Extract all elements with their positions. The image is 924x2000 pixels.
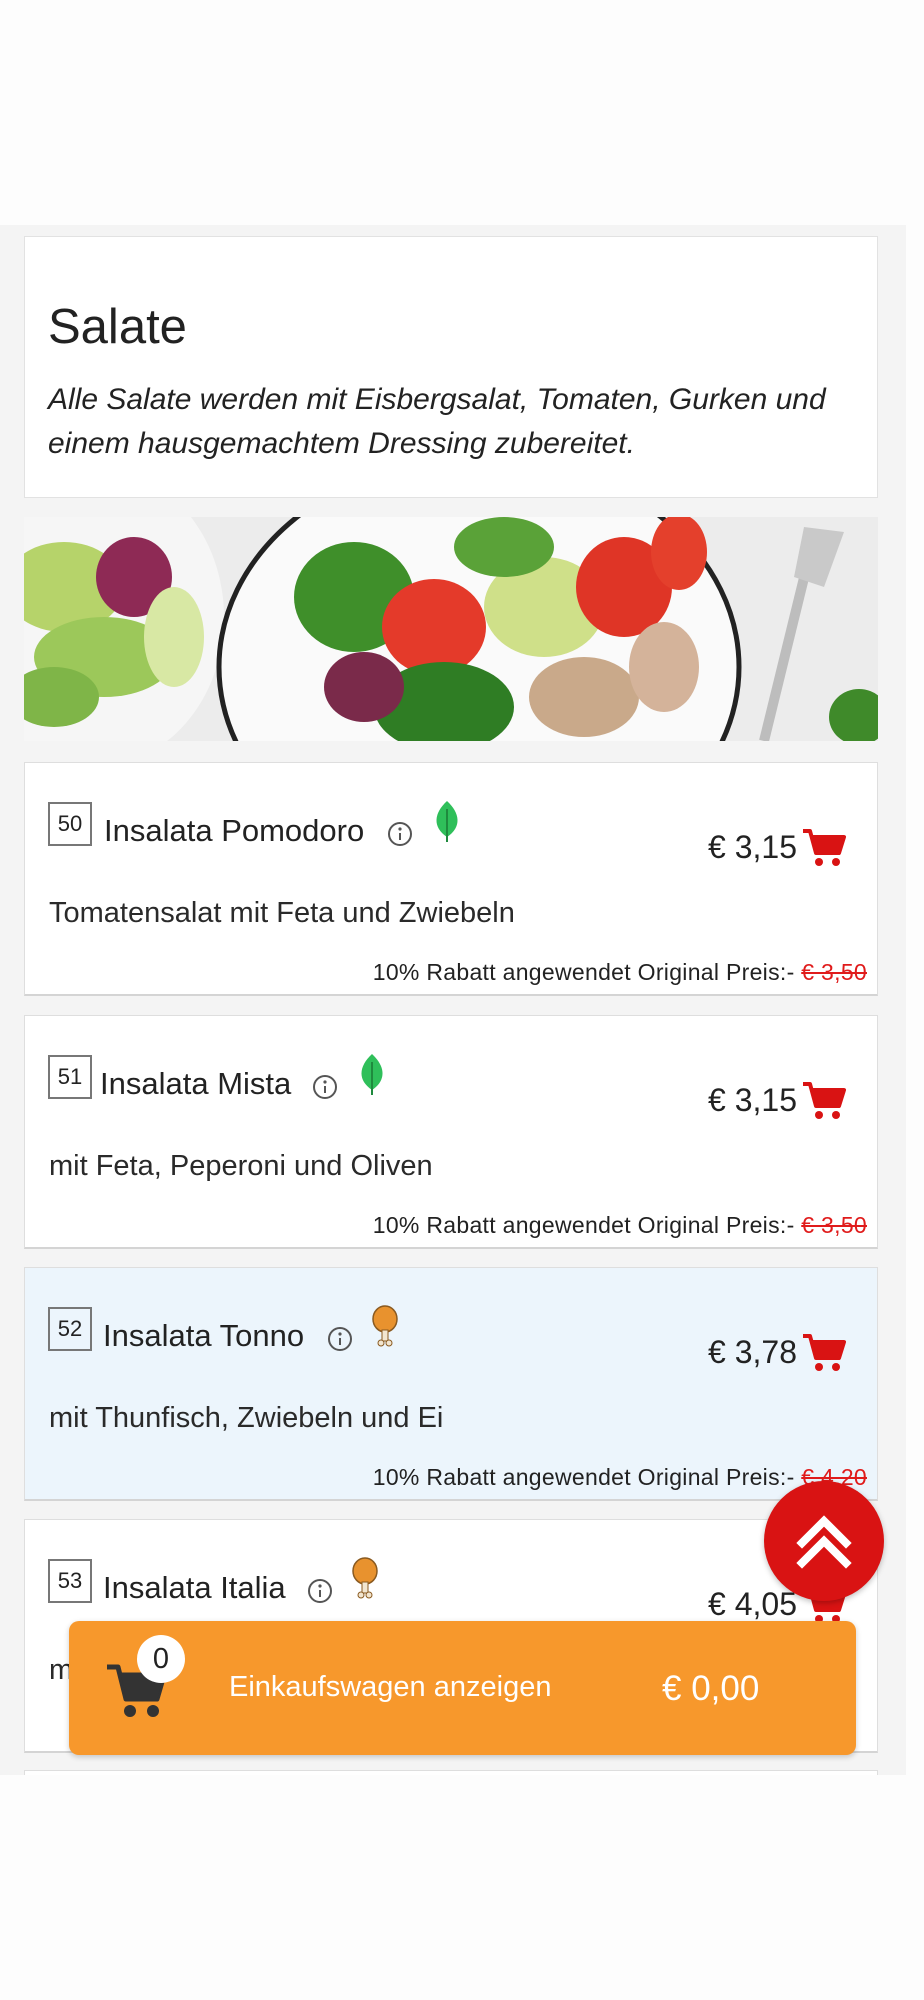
- item-name: Insalata Mista: [100, 1066, 292, 1101]
- info-icon[interactable]: [387, 821, 413, 847]
- item-name: Insalata Tonno: [103, 1318, 305, 1353]
- discount-note: 10% Rabatt angewendet Original Preis:- €…: [373, 959, 867, 986]
- menu-item-card[interactable]: 50 Insalata Pomodoro € 3,15 Tomatensalat…: [24, 762, 878, 996]
- cart-total: € 0,00: [662, 1669, 760, 1708]
- menu-item-card[interactable]: 52 Insalata Tonno € 3,78 mit Thunfisch, …: [24, 1267, 878, 1501]
- item-number: 50: [48, 802, 92, 846]
- item-price: € 4,05: [708, 1586, 797, 1622]
- add-to-cart-icon[interactable]: [801, 1332, 847, 1374]
- item-name: Insalata Italia: [103, 1570, 286, 1605]
- category-header: Salate Alle Salate werden mit Eisbergsal…: [24, 236, 878, 498]
- category-title: Salate: [48, 300, 187, 354]
- discount-text: 10% Rabatt angewendet Original Preis:-: [372, 1212, 795, 1238]
- menu-item-card[interactable]: 51 Insalata Mista € 3,15 mit Feta, Peper…: [24, 1015, 878, 1249]
- discount-note: 10% Rabatt angewendet Original Preis:- €…: [373, 1464, 867, 1491]
- leaf-icon: [436, 801, 458, 842]
- original-price: € 3,50: [801, 1212, 867, 1238]
- item-number: 51: [48, 1055, 92, 1099]
- item-description: mit Feta, Peperoni und Oliven: [49, 1150, 433, 1182]
- category-description: Alle Salate werden mit Eisbergsalat, Tom…: [48, 383, 826, 460]
- item-number: 52: [48, 1307, 92, 1351]
- item-name: Insalata Pomodoro: [104, 813, 365, 848]
- discount-text: 10% Rabatt angewendet Original Preis:-: [372, 1464, 795, 1490]
- leaf-icon: [361, 1054, 383, 1095]
- original-price: € 3,50: [801, 959, 867, 985]
- item-price: € 3,15: [708, 829, 797, 865]
- scroll-to-top-button[interactable]: [764, 1481, 884, 1601]
- item-price: € 3,15: [708, 1082, 797, 1118]
- chicken-leg-icon: [372, 1305, 398, 1347]
- info-icon[interactable]: [307, 1578, 333, 1604]
- discount-note: 10% Rabatt angewendet Original Preis:- €…: [373, 1212, 867, 1239]
- item-number: 53: [48, 1559, 92, 1603]
- discount-text: 10% Rabatt angewendet Original Preis:-: [372, 959, 795, 985]
- item-price: € 3,78: [708, 1334, 797, 1370]
- chicken-leg-icon: [352, 1557, 378, 1599]
- menu-item-card-partial: [24, 1770, 878, 1775]
- add-to-cart-icon[interactable]: [801, 827, 847, 869]
- cart-count-badge: 0: [137, 1635, 185, 1683]
- item-description: Tomatensalat mit Feta und Zwiebeln: [49, 897, 515, 929]
- add-to-cart-icon[interactable]: [801, 1080, 847, 1122]
- cart-label: Einkaufswagen anzeigen: [229, 1671, 552, 1703]
- double-chevron-up-icon: [796, 1515, 852, 1569]
- salad-banner-image: [24, 517, 878, 741]
- info-icon[interactable]: [312, 1074, 338, 1100]
- item-description: mit Thunfisch, Zwiebeln und Ei: [49, 1402, 444, 1434]
- view-cart-button[interactable]: 0 Einkaufswagen anzeigen € 0,00: [69, 1621, 856, 1755]
- info-icon[interactable]: [327, 1326, 353, 1352]
